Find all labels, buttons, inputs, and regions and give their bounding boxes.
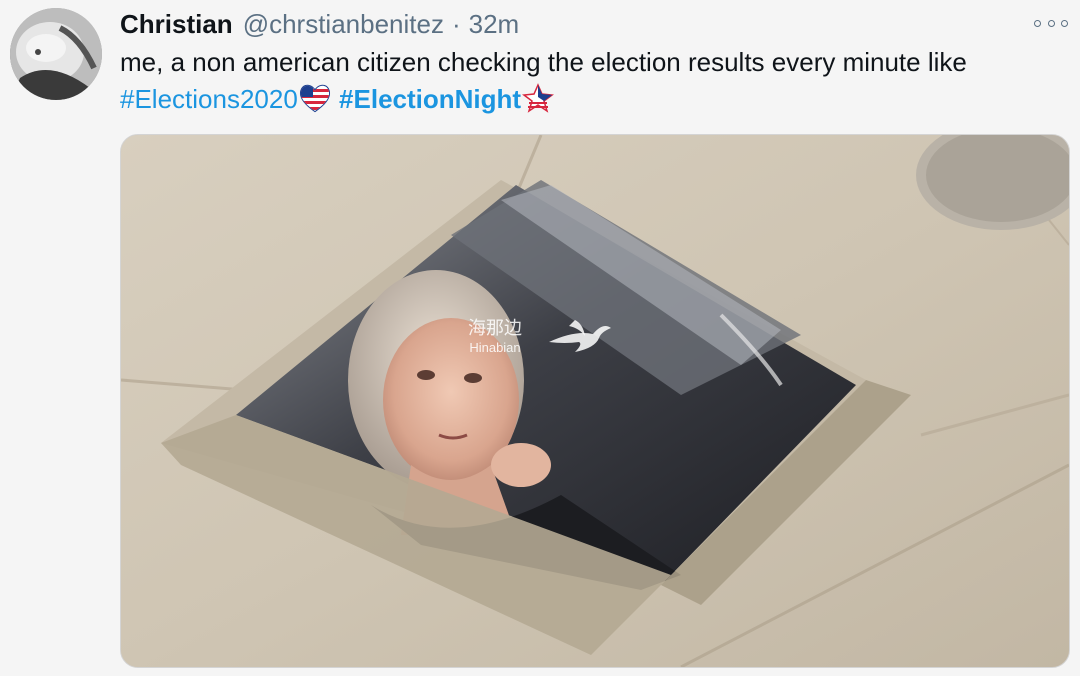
watermark-cn: 海那边: [468, 318, 522, 338]
avatar-image: [10, 8, 102, 100]
us-flag-heart-icon: [299, 84, 330, 113]
timestamp[interactable]: 32m: [469, 9, 520, 40]
avatar[interactable]: [10, 8, 102, 100]
tweet-header: Christian @chrstianbenitez · 32m: [120, 8, 519, 40]
hashtag-link[interactable]: #ElectionNight: [339, 84, 521, 114]
more-options-icon[interactable]: [1034, 12, 1068, 34]
watermark: 海那边 Hinabian: [468, 318, 522, 358]
watermark-en: Hinabian: [469, 340, 521, 355]
display-name[interactable]: Christian: [120, 9, 233, 40]
ceiling-photo: [121, 135, 1069, 667]
dot-icon: [1061, 19, 1068, 27]
hashtag-link[interactable]: #Elections2020: [120, 84, 298, 114]
tweet-media[interactable]: [120, 134, 1070, 668]
us-star-icon: [522, 83, 555, 113]
tweet: Christian @chrstianbenitez · 32m me, a n…: [0, 0, 1080, 676]
tweet-text: me, a non american citizen checking the …: [120, 44, 1060, 118]
dot-icon: [1047, 19, 1055, 27]
separator-dot: ·: [451, 8, 461, 39]
bird-logo-icon: [549, 320, 611, 352]
user-handle[interactable]: @chrstianbenitez: [243, 9, 444, 40]
tweet-body-text: me, a non american citizen checking the …: [120, 47, 967, 77]
dot-icon: [1034, 19, 1041, 27]
